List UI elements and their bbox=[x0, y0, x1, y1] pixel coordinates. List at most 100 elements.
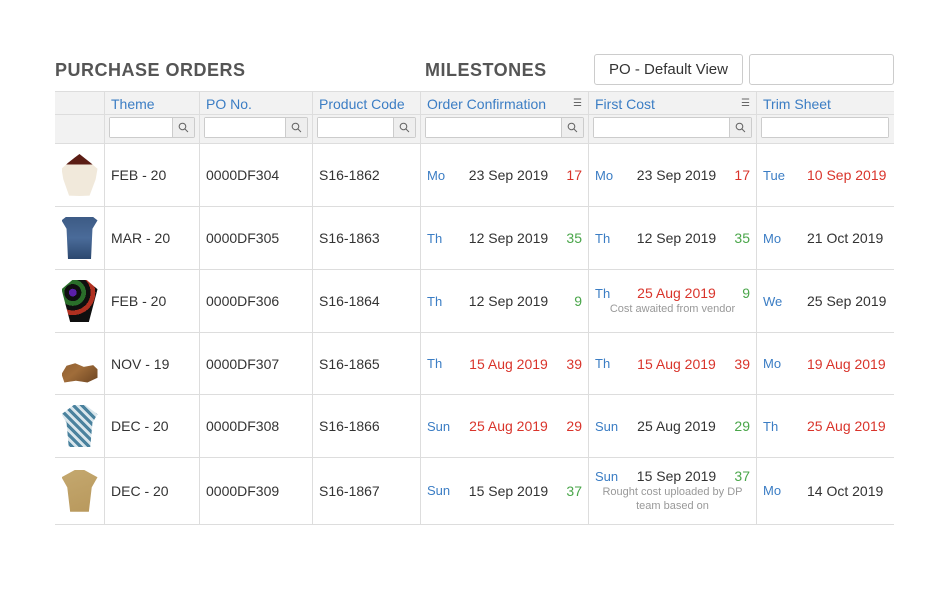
order-count: 39 bbox=[558, 356, 582, 372]
first-count: 35 bbox=[726, 230, 750, 246]
order-date: 15 Aug 2019 bbox=[459, 356, 558, 372]
order-count: 37 bbox=[558, 483, 582, 499]
order-day: Sun bbox=[427, 483, 459, 498]
trim-date: 19 Aug 2019 bbox=[795, 356, 887, 372]
trim-day: Mo bbox=[763, 231, 795, 246]
first-day: Th bbox=[595, 286, 627, 301]
filter-product-input[interactable] bbox=[318, 118, 393, 137]
first-count: 17 bbox=[726, 167, 750, 183]
order-count: 9 bbox=[558, 293, 582, 309]
cell-po: 0000DF307 bbox=[200, 333, 313, 394]
cell-order-confirmation: Th 15 Aug 2019 39 bbox=[421, 333, 589, 394]
table-row[interactable]: NOV - 19 0000DF307 S16-1865 Th 15 Aug 20… bbox=[55, 333, 894, 395]
filter-po-input[interactable] bbox=[205, 118, 285, 137]
filter-theme-input[interactable] bbox=[110, 118, 172, 137]
first-count: 39 bbox=[726, 356, 750, 372]
column-header-theme[interactable]: Theme bbox=[105, 92, 200, 114]
first-day: Th bbox=[595, 231, 627, 246]
filter-thumbnail bbox=[55, 115, 105, 143]
cell-product: S16-1864 bbox=[313, 270, 421, 332]
filter-order-search-button[interactable] bbox=[561, 118, 583, 137]
search-icon bbox=[567, 122, 578, 133]
view-options-button[interactable] bbox=[749, 54, 894, 85]
filter-first-search-button[interactable] bbox=[729, 118, 751, 137]
view-selector[interactable]: PO - Default View bbox=[594, 54, 743, 85]
table-row[interactable]: DEC - 20 0000DF309 S16-1867 Sun 15 Sep 2… bbox=[55, 458, 894, 525]
first-date: 15 Aug 2019 bbox=[627, 356, 726, 372]
cell-po: 0000DF308 bbox=[200, 395, 313, 457]
column-header-thumbnail bbox=[55, 92, 105, 114]
cell-product: S16-1867 bbox=[313, 458, 421, 524]
table-row[interactable]: MAR - 20 0000DF305 S16-1863 Th 12 Sep 20… bbox=[55, 207, 894, 270]
order-date: 15 Sep 2019 bbox=[459, 483, 558, 499]
first-date: 25 Aug 2019 bbox=[627, 285, 726, 301]
cell-product: S16-1866 bbox=[313, 395, 421, 457]
filter-trim-input[interactable] bbox=[762, 118, 888, 137]
cell-po: 0000DF305 bbox=[200, 207, 313, 269]
product-thumbnail[interactable] bbox=[62, 280, 98, 322]
product-thumbnail[interactable] bbox=[62, 154, 98, 196]
product-thumbnail[interactable] bbox=[62, 470, 98, 512]
cell-first-cost: Sun 25 Aug 2019 29 bbox=[589, 395, 757, 457]
order-date: 12 Sep 2019 bbox=[459, 230, 558, 246]
first-day: Th bbox=[595, 356, 627, 371]
column-header-trim-sheet[interactable]: Trim Sheet bbox=[757, 92, 893, 114]
column-header-first-cost[interactable]: First Cost☰ bbox=[589, 92, 757, 114]
order-day: Sun bbox=[427, 419, 459, 434]
cell-trim-sheet: Th 25 Aug 2019 bbox=[757, 395, 893, 457]
cell-theme: FEB - 20 bbox=[105, 270, 200, 332]
cell-trim-sheet: We 25 Sep 2019 bbox=[757, 270, 893, 332]
cell-po: 0000DF309 bbox=[200, 458, 313, 524]
filter-order-input[interactable] bbox=[426, 118, 561, 137]
trim-date: 14 Oct 2019 bbox=[795, 483, 887, 499]
trim-day: Tue bbox=[763, 168, 795, 183]
filter-first-input[interactable] bbox=[594, 118, 729, 137]
order-date: 12 Sep 2019 bbox=[459, 293, 558, 309]
first-day: Sun bbox=[595, 419, 627, 434]
table-row[interactable]: FEB - 20 0000DF304 S16-1862 Mo 23 Sep 20… bbox=[55, 144, 894, 207]
list-icon: ☰ bbox=[741, 99, 750, 109]
first-day: Sun bbox=[595, 469, 627, 484]
cell-product: S16-1863 bbox=[313, 207, 421, 269]
product-thumbnail[interactable] bbox=[62, 405, 98, 447]
table-row[interactable]: DEC - 20 0000DF308 S16-1866 Sun 25 Aug 2… bbox=[55, 395, 894, 458]
list-icon: ☰ bbox=[573, 99, 582, 109]
trim-day: Mo bbox=[763, 483, 795, 498]
first-date: 12 Sep 2019 bbox=[627, 230, 726, 246]
search-icon bbox=[735, 122, 746, 133]
page-title-purchase-orders: PURCHASE ORDERS bbox=[55, 60, 425, 81]
cell-trim-sheet: Mo 21 Oct 2019 bbox=[757, 207, 893, 269]
filter-product-search-button[interactable] bbox=[393, 118, 415, 137]
cell-theme: FEB - 20 bbox=[105, 144, 200, 206]
cell-po: 0000DF304 bbox=[200, 144, 313, 206]
cell-theme: DEC - 20 bbox=[105, 395, 200, 457]
cell-product: S16-1865 bbox=[313, 333, 421, 394]
trim-date: 21 Oct 2019 bbox=[795, 230, 887, 246]
cell-product: S16-1862 bbox=[313, 144, 421, 206]
trim-date: 25 Aug 2019 bbox=[795, 418, 887, 434]
first-day: Mo bbox=[595, 168, 627, 183]
order-day: Th bbox=[427, 231, 459, 246]
cell-order-confirmation: Th 12 Sep 2019 9 bbox=[421, 270, 589, 332]
trim-day: We bbox=[763, 294, 795, 309]
product-thumbnail[interactable] bbox=[62, 217, 98, 259]
product-thumbnail[interactable] bbox=[62, 353, 98, 383]
first-count: 37 bbox=[726, 468, 750, 484]
data-table: Theme PO No. Product Code Order Confirma… bbox=[55, 91, 894, 525]
order-count: 29 bbox=[558, 418, 582, 434]
column-header-po[interactable]: PO No. bbox=[200, 92, 313, 114]
filter-theme-search-button[interactable] bbox=[172, 118, 194, 137]
column-header-order-confirmation[interactable]: Order Confirmation☰ bbox=[421, 92, 589, 114]
filter-po-search-button[interactable] bbox=[285, 118, 307, 137]
order-date: 23 Sep 2019 bbox=[459, 167, 558, 183]
cell-theme: MAR - 20 bbox=[105, 207, 200, 269]
first-count: 29 bbox=[726, 418, 750, 434]
cell-po: 0000DF306 bbox=[200, 270, 313, 332]
table-row[interactable]: FEB - 20 0000DF306 S16-1864 Th 12 Sep 20… bbox=[55, 270, 894, 333]
first-date: 23 Sep 2019 bbox=[627, 167, 726, 183]
order-count: 35 bbox=[558, 230, 582, 246]
cell-trim-sheet: Mo 14 Oct 2019 bbox=[757, 458, 893, 524]
search-icon bbox=[291, 122, 302, 133]
column-header-product[interactable]: Product Code bbox=[313, 92, 421, 114]
cell-first-cost: Th 25 Aug 2019 9 Cost awaited from vendo… bbox=[589, 270, 757, 332]
